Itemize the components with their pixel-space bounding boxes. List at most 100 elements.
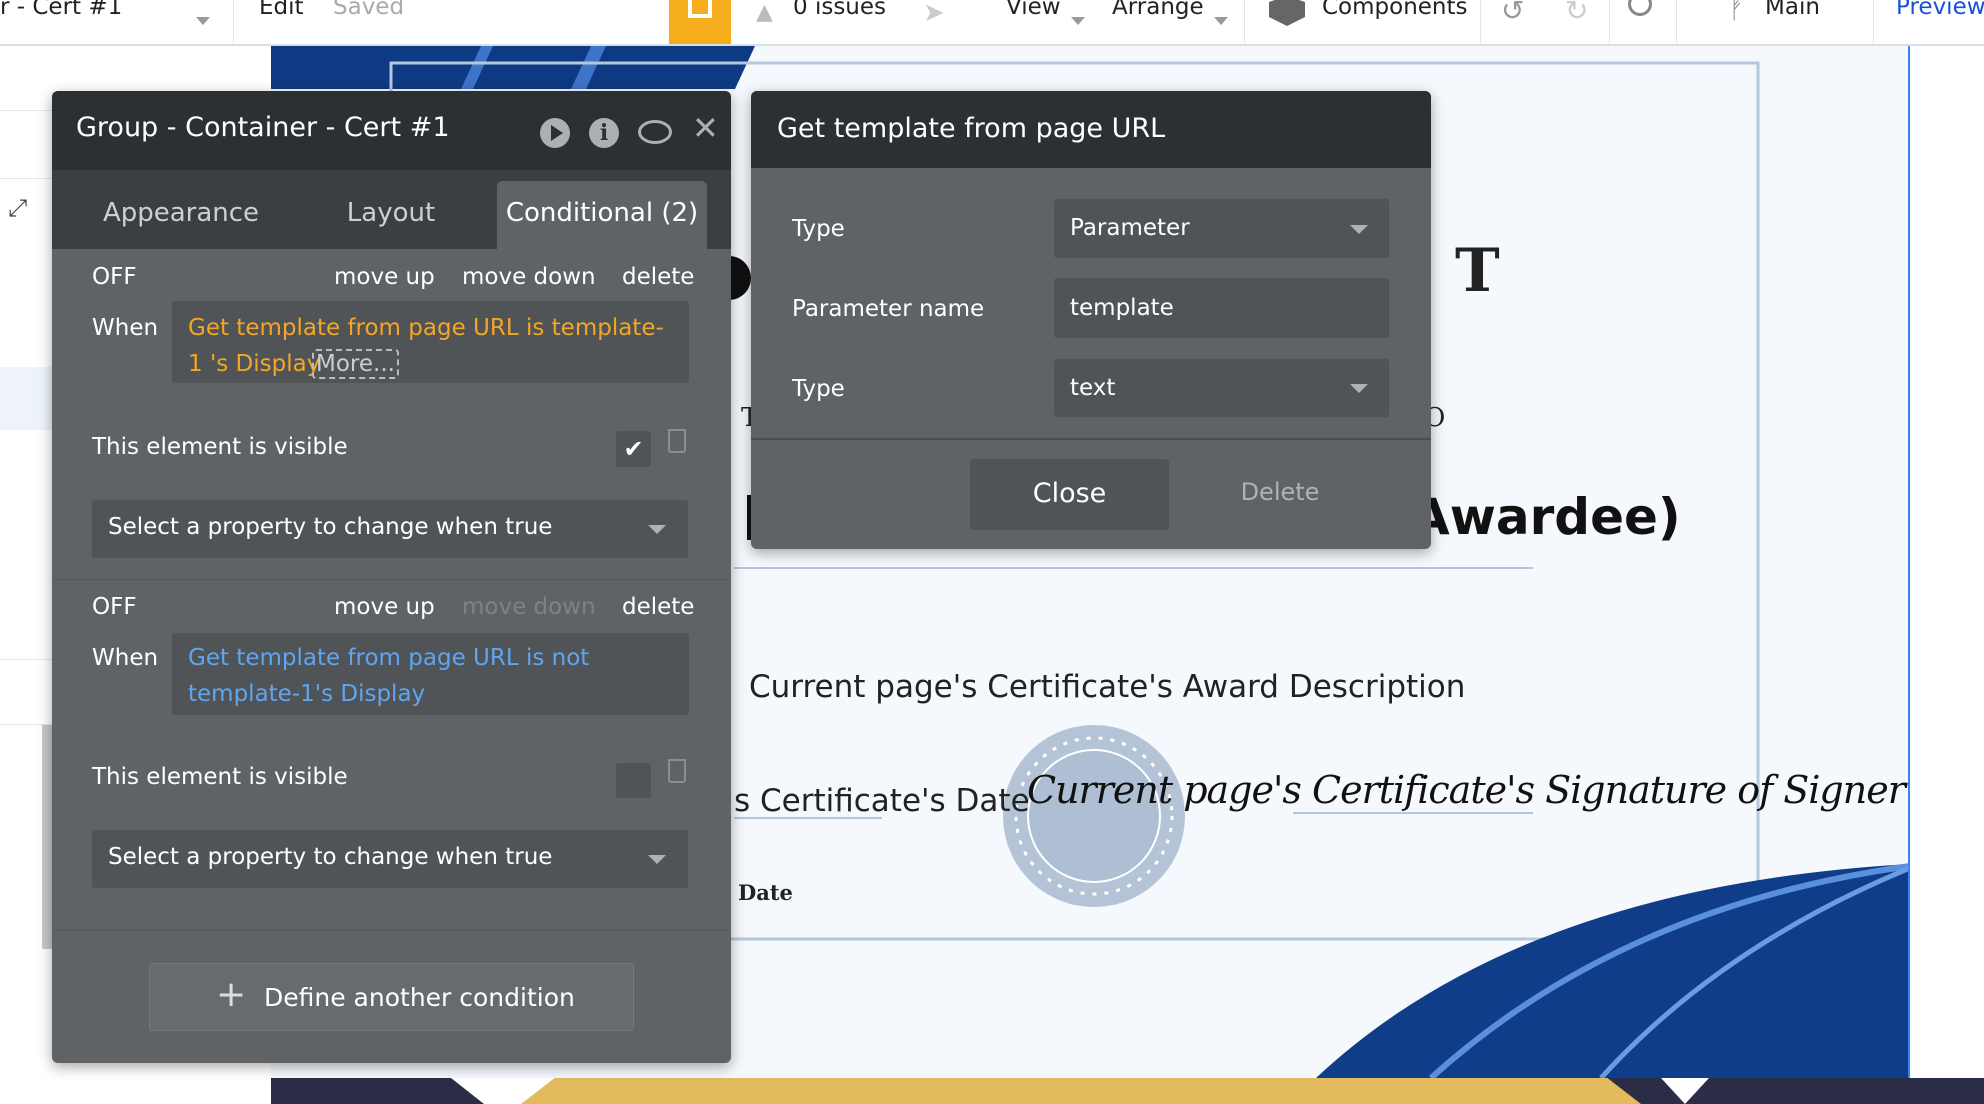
- panel-header: Group - Container - Cert #1 i ✕: [52, 91, 731, 170]
- visible-checkbox[interactable]: [616, 763, 651, 798]
- components-button[interactable]: Components: [1322, 0, 1468, 20]
- tab-layout[interactable]: Layout: [347, 198, 435, 228]
- date-label: Date: [738, 880, 793, 905]
- dropdown-value: Parameter: [1070, 215, 1190, 241]
- move-down-link[interactable]: move down: [462, 594, 596, 620]
- expand-icon[interactable]: ⤢: [8, 194, 27, 222]
- dialog-title: Get template from page URL: [777, 113, 1166, 144]
- chevron-down-icon: [1214, 10, 1228, 29]
- property-label: This element is visible: [92, 764, 348, 790]
- issues-button[interactable]: 0 issues: [793, 0, 886, 20]
- trash-icon[interactable]: [668, 759, 686, 783]
- cursor-icon[interactable]: ➤: [923, 0, 945, 28]
- condition-status[interactable]: OFF: [92, 264, 137, 290]
- bottom-swoosh: [1316, 864, 1908, 1078]
- certificate-date: s Certificate's Date: [734, 783, 1030, 819]
- top-swoosh: [271, 46, 755, 89]
- chevron-down-icon: [648, 855, 666, 864]
- delete-link[interactable]: delete: [622, 264, 694, 290]
- divider: [233, 0, 234, 44]
- play-icon[interactable]: [540, 118, 570, 148]
- parameter-name-input[interactable]: template: [1054, 278, 1389, 338]
- page-selector[interactable]: r - Cert #1: [0, 0, 122, 20]
- divider: [52, 579, 731, 580]
- comment-icon[interactable]: [638, 120, 672, 144]
- info-icon[interactable]: i: [589, 118, 619, 148]
- chevron-down-icon: [1350, 225, 1368, 234]
- chevron-down-icon: [1350, 384, 1368, 393]
- tab-bar: Appearance Layout Conditional (2): [52, 170, 731, 249]
- visible-checkbox[interactable]: ✔: [616, 431, 651, 467]
- signature: Current page's Certificate's Signature o…: [1027, 768, 1906, 812]
- select-placeholder: Select a property to change when true: [108, 514, 553, 540]
- chevron-down-icon[interactable]: [196, 10, 210, 29]
- undo-icon[interactable]: ↺: [1501, 0, 1524, 27]
- define-condition-button[interactable]: + Define another condition: [149, 963, 634, 1031]
- when-label: When: [92, 315, 159, 341]
- select-placeholder: Select a property to change when true: [108, 844, 553, 870]
- parameter-name-label: Parameter name: [792, 296, 985, 322]
- award-description: Current page's Certificate's Award Descr…: [749, 669, 1466, 705]
- tab-conditional[interactable]: Conditional (2): [497, 181, 707, 249]
- selected-row: [0, 367, 52, 430]
- property-label: This element is visible: [92, 434, 348, 460]
- gift-icon: [688, 0, 712, 18]
- trash-icon[interactable]: [668, 429, 686, 453]
- more-button[interactable]: More...: [312, 349, 399, 379]
- preview-button[interactable]: Preview: [1896, 0, 1984, 20]
- data-type-dropdown[interactable]: text: [1054, 359, 1389, 417]
- cert-title-letter: T: [1455, 236, 1500, 306]
- edit-menu[interactable]: Edit: [259, 0, 304, 20]
- delete-link[interactable]: delete: [622, 594, 694, 620]
- divider: [1676, 0, 1677, 44]
- panel-title: Group - Container - Cert #1: [76, 112, 450, 143]
- chevron-down-icon: [648, 525, 666, 534]
- expression-text: Get template from page URL is template-: [188, 315, 664, 341]
- move-up-link[interactable]: move up: [334, 594, 435, 620]
- top-toolbar: r - Cert #1 Edit Saved ▲ 0 issues ➤ View…: [0, 0, 1984, 46]
- property-select[interactable]: Select a property to change when true: [92, 500, 688, 558]
- chevron-down-icon: [1071, 10, 1085, 29]
- close-icon[interactable]: ✕: [692, 109, 719, 147]
- awardee-name: Awardee): [1411, 488, 1681, 546]
- dialog-header: Get template from page URL: [751, 91, 1431, 168]
- move-up-link[interactable]: move up: [334, 264, 435, 290]
- move-down-link[interactable]: move down: [462, 264, 596, 290]
- arrange-menu[interactable]: Arrange: [1112, 0, 1204, 20]
- close-label: Close: [1032, 478, 1107, 509]
- branch-selector[interactable]: Main: [1765, 0, 1820, 20]
- search-icon[interactable]: [1628, 0, 1652, 16]
- redo-icon[interactable]: ↻: [1565, 0, 1588, 27]
- condition-expression[interactable]: Get template from page URL is not templa…: [172, 633, 689, 715]
- footer-band: [271, 1078, 1984, 1104]
- property-select[interactable]: Select a property to change when true: [92, 830, 688, 888]
- components-icon: [1269, 0, 1305, 26]
- dropdown-value: text: [1070, 375, 1116, 401]
- expression-dialog: Get template from page URL Type Paramete…: [751, 91, 1431, 549]
- condition-expression[interactable]: Get template from page URL is template- …: [172, 301, 689, 383]
- scrollbar[interactable]: [42, 725, 52, 949]
- define-condition-label: Define another condition: [264, 983, 575, 1012]
- when-label: When: [92, 645, 159, 671]
- condition-status[interactable]: OFF: [92, 594, 137, 620]
- tab-conditional-label: Conditional (2): [505, 198, 699, 228]
- warning-icon: ▲: [756, 0, 773, 25]
- type-dropdown[interactable]: Parameter: [1054, 199, 1389, 258]
- divider: [1244, 0, 1245, 44]
- delete-button[interactable]: Delete: [1241, 478, 1320, 506]
- tab-appearance[interactable]: Appearance: [103, 198, 259, 228]
- expression-text: template-1's Display: [188, 681, 426, 707]
- type-label: Type: [792, 216, 845, 242]
- plus-icon: +: [216, 974, 247, 1015]
- saved-status: Saved: [333, 0, 405, 20]
- upgrade-button[interactable]: [669, 0, 731, 44]
- divider: [1873, 0, 1874, 44]
- divider: [52, 930, 731, 931]
- branch-icon: ᚠ: [1729, 0, 1744, 24]
- element-inspector-panel: Group - Container - Cert #1 i ✕ Appearan…: [52, 91, 731, 1063]
- input-value: template: [1070, 295, 1174, 321]
- view-menu[interactable]: View: [1006, 0, 1061, 20]
- expression-text: 1 's Display: [188, 351, 321, 377]
- expression-text: Get template from page URL is not: [188, 645, 590, 671]
- close-button[interactable]: Close: [970, 459, 1169, 530]
